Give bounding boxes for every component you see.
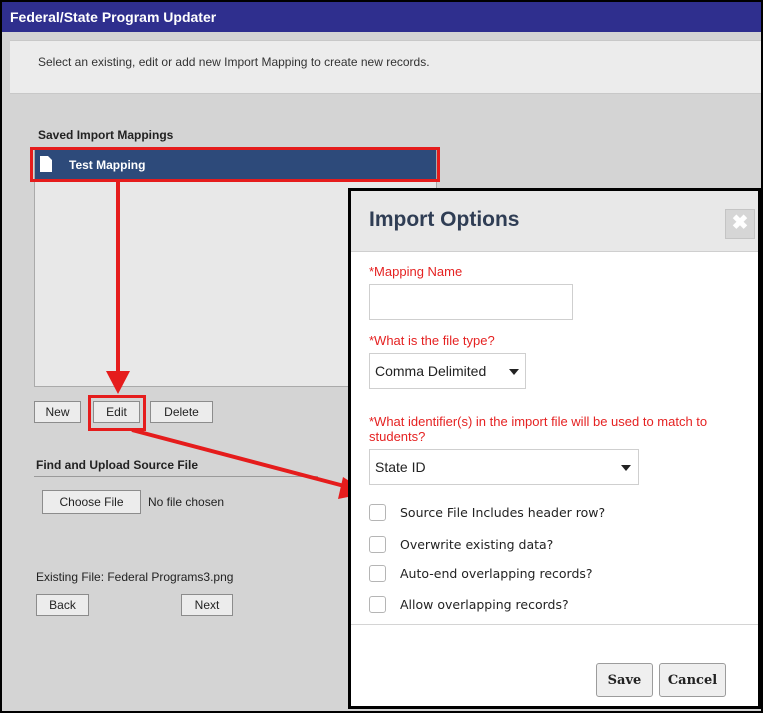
arrow-right-line <box>131 428 349 489</box>
auto-end-checkbox[interactable] <box>369 565 386 582</box>
file-type-select[interactable]: Comma Delimited <box>369 353 526 389</box>
dialog-header: Import Options ✖ <box>351 191 758 252</box>
dialog-title: Import Options <box>369 208 520 231</box>
save-button[interactable]: Save <box>596 663 653 697</box>
auto-end-label: Auto-end overlapping records? <box>400 566 593 581</box>
allow-overlap-checkbox[interactable] <box>369 596 386 613</box>
chevron-down-icon <box>621 465 631 471</box>
mapping-name-input[interactable] <box>369 284 573 320</box>
mapping-name-label: *Mapping Name <box>369 264 463 279</box>
identifier-select[interactable]: State ID <box>369 449 639 485</box>
overwrite-label: Overwrite existing data? <box>400 537 554 552</box>
allow-overlap-label: Allow overlapping records? <box>400 597 569 612</box>
file-type-label: *What is the file type? <box>369 333 495 348</box>
import-options-dialog: Import Options ✖ *Mapping Name *What is … <box>348 188 761 709</box>
identifier-value: State ID <box>375 459 426 475</box>
identifier-label: *What identifier(s) in the import file w… <box>369 414 708 444</box>
arrow-down-head <box>106 371 130 394</box>
header-row-label: Source File Includes header row? <box>400 505 606 520</box>
overwrite-checkbox[interactable] <box>369 536 386 553</box>
header-row-checkbox[interactable] <box>369 504 386 521</box>
dialog-footer-divider <box>351 624 758 625</box>
file-type-value: Comma Delimited <box>375 363 487 379</box>
chevron-down-icon <box>509 369 519 375</box>
close-icon[interactable]: ✖ <box>725 209 755 239</box>
cancel-button[interactable]: Cancel <box>659 663 726 697</box>
